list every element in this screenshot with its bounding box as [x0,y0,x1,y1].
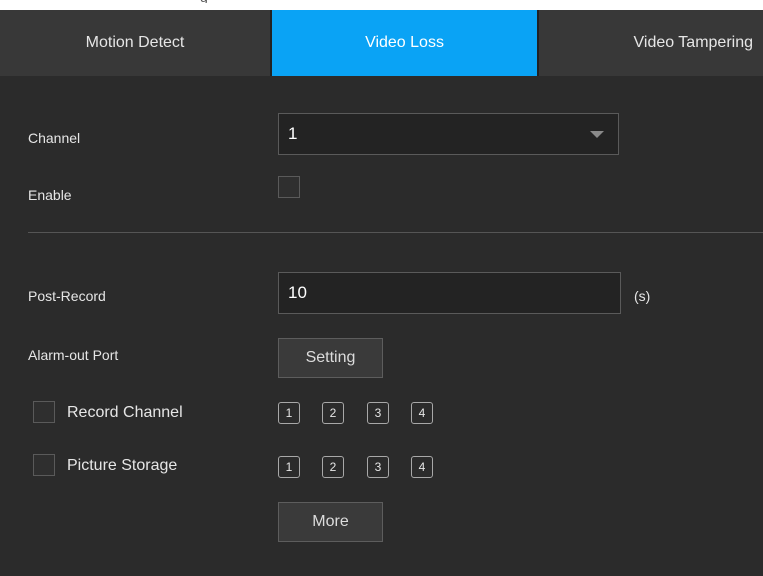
tab-bar: Motion Detect Video Loss Video Tampering [0,10,763,76]
channel-select[interactable]: 1 [278,113,619,155]
alarm-out-port-label: Alarm-out Port [28,347,119,363]
tab-video-loss[interactable]: Video Loss [270,10,539,76]
more-button[interactable]: More [278,502,383,542]
post-record-input[interactable]: 10 [278,272,621,314]
record-channel-3-button[interactable]: 3 [367,402,389,424]
enable-checkbox[interactable] [278,176,300,198]
channel-select-value: 1 [288,124,298,143]
record-channel-checkbox[interactable] [33,401,55,423]
tab-video-tampering[interactable]: Video Tampering [539,10,763,76]
record-channel-label: Record Channel [67,404,183,421]
chevron-down-icon [590,131,604,138]
top-caption: g [200,0,208,3]
picture-storage-1-button[interactable]: 1 [278,456,300,478]
post-record-label: Post-Record [28,288,106,304]
picture-storage-4-button[interactable]: 4 [411,456,433,478]
section-divider [28,232,763,233]
picture-storage-checkbox[interactable] [33,454,55,476]
picture-storage-2-button[interactable]: 2 [322,456,344,478]
alarm-out-setting-button[interactable]: Setting [278,338,383,378]
post-record-value: 10 [288,283,307,302]
tab-motion-detect[interactable]: Motion Detect [0,10,270,76]
picture-storage-3-button[interactable]: 3 [367,456,389,478]
enable-label: Enable [28,187,72,203]
record-channel-4-button[interactable]: 4 [411,402,433,424]
video-loss-settings-panel: Motion Detect Video Loss Video Tampering… [0,10,763,576]
page: g Motion Detect Video Loss Video Tamperi… [0,0,763,576]
record-channel-2-button[interactable]: 2 [322,402,344,424]
channel-label: Channel [28,130,81,146]
picture-storage-label: Picture Storage [67,457,178,474]
post-record-unit: (s) [634,288,651,304]
record-channel-1-button[interactable]: 1 [278,402,300,424]
